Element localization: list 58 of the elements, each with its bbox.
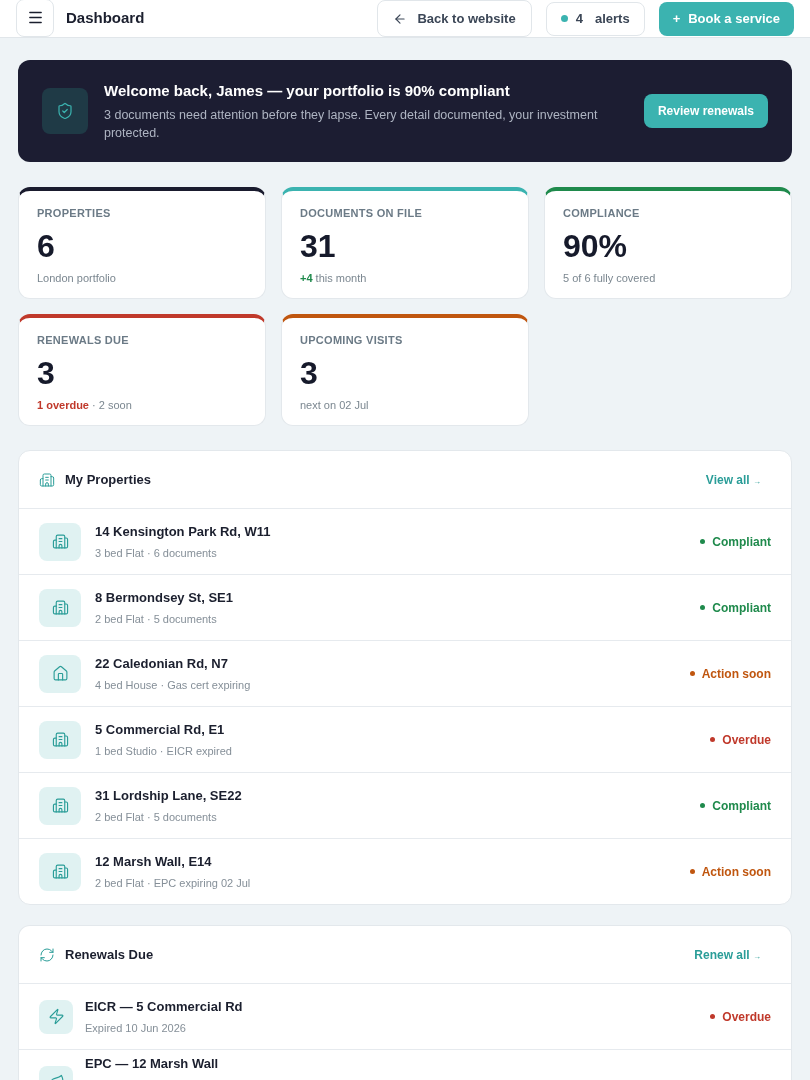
item-detail: 3 bed Flat · 6 documents <box>95 545 218 561</box>
status-label: Action soon <box>701 665 771 683</box>
stat-label: DOCUMENTS ON FILE <box>300 206 422 221</box>
menu-icon <box>26 9 44 26</box>
item-detail: 1 bed Studio · EICR expired <box>95 743 232 759</box>
item-title[interactable]: 8 Bermondsey St, SE1 <box>95 588 233 608</box>
building-icon <box>51 797 69 814</box>
item-title[interactable]: 12 Marsh Wall, E14 <box>95 852 251 872</box>
status-label: Compliant <box>712 797 771 815</box>
stat-value: 3 <box>300 353 318 393</box>
building-icon <box>51 599 69 616</box>
stat-value: 31 <box>300 226 336 266</box>
building-icon <box>39 471 55 488</box>
item-title[interactable]: EPC — 12 Marsh Wall <box>85 1054 219 1074</box>
banner-text: 3 documents need attention before they lapse. Every detail documented, your investment protected. <box>104 106 599 142</box>
item-title[interactable]: 22 Caledonian Rd, N7 <box>95 654 251 674</box>
stat-value: 6 <box>37 226 55 266</box>
banner-title: Welcome back, James — your portfolio is 90% compliant <box>104 81 511 102</box>
stat-note: 5 of 6 fully covered <box>563 270 656 286</box>
item-detail: 2 bed Flat · 5 documents <box>95 809 218 825</box>
stat-note: 1 overdue · 2 soon <box>37 397 132 413</box>
status-label: Compliant <box>712 599 771 617</box>
item-detail: 4 bed House · Gas cert expiring <box>95 677 251 693</box>
status-label: Action soon <box>701 863 771 881</box>
status-label: Overdue <box>722 1008 771 1026</box>
stat-note: next on 02 Jul <box>300 397 369 413</box>
item-title[interactable]: 14 Kensington Park Rd, W11 <box>95 522 271 542</box>
arrow-left-icon <box>393 11 408 26</box>
stat-label: UPCOMING VISITS <box>300 333 403 348</box>
section-title: My Properties <box>65 470 151 489</box>
item-title[interactable]: EICR — 5 Commercial Rd <box>85 997 243 1017</box>
stat-label: RENEWALS DUE <box>37 333 129 348</box>
item-detail: 2 bed Flat · EPC expiring 02 Jul <box>95 875 251 891</box>
back-to-website-button[interactable]: Back to website <box>377 0 532 37</box>
stat-label: COMPLIANCE <box>563 206 640 221</box>
section-link[interactable]: Renew all → <box>694 945 761 964</box>
item-detail: 2 bed Flat · 5 documents <box>95 611 218 627</box>
stat-value: 90% <box>563 226 628 266</box>
stat-label: PROPERTIES <box>37 206 111 221</box>
status-label: Overdue <box>722 731 771 749</box>
item-title[interactable]: 31 Lordship Lane, SE22 <box>95 786 242 806</box>
status-label: Compliant <box>712 533 771 551</box>
stat-value: 3 <box>37 353 55 393</box>
page-title: Dashboard <box>66 8 145 29</box>
section-title: Renewals Due <box>65 945 154 964</box>
house-icon <box>51 665 69 682</box>
building-icon <box>51 863 69 880</box>
item-title[interactable]: 5 Commercial Rd, E1 <box>95 720 232 740</box>
shield-check-icon <box>56 102 74 120</box>
building-icon <box>51 731 69 748</box>
section-link[interactable]: View all → <box>705 470 761 489</box>
stat-note: London portfolio <box>37 270 116 286</box>
item-detail: Expired 10 Jun 2026 <box>85 1020 187 1036</box>
alerts-button[interactable]: 4 alerts <box>545 1 645 36</box>
building-icon <box>51 533 69 550</box>
lightning-icon <box>47 1008 65 1025</box>
refresh-icon <box>39 946 55 963</box>
stat-note: +4 this month <box>300 270 367 286</box>
